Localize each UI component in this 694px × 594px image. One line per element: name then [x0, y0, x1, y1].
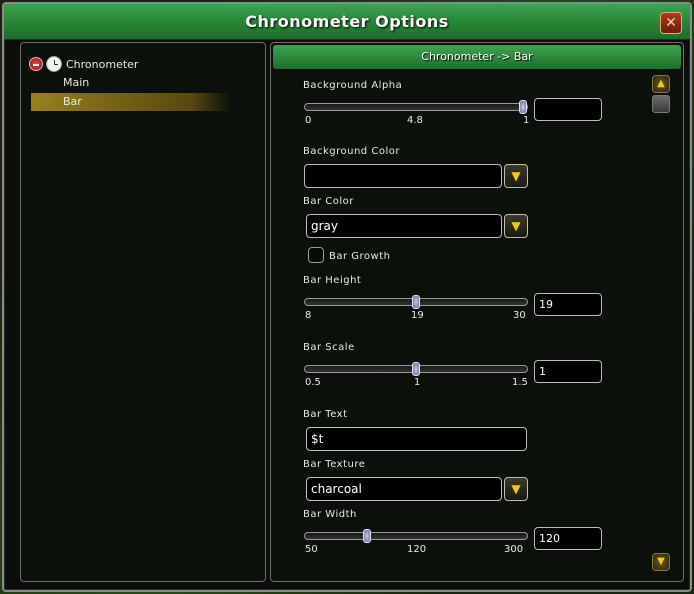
bar-width-input[interactable]: 120	[534, 527, 602, 550]
background-color-label: Background Color	[303, 146, 400, 157]
content-header: Chronometer -> Bar	[273, 45, 681, 69]
slider-thumb[interactable]	[518, 100, 527, 114]
tree-item-label: Main	[63, 76, 90, 89]
close-button[interactable]: ✕	[660, 12, 682, 34]
bar-text-input[interactable]: $t	[306, 427, 527, 451]
bar-texture-dropdown[interactable]: charcoal	[306, 477, 502, 501]
slider-min-label: 50	[305, 544, 318, 555]
background-alpha-label: Background Alpha	[303, 80, 403, 91]
scroll-down-icon: ▼	[657, 556, 665, 567]
scroll-up-button[interactable]: ▲	[652, 75, 670, 93]
bar-scale-label: Bar Scale	[303, 342, 355, 353]
slider-mid-label: 19	[411, 310, 424, 321]
window-title: Chronometer Options	[245, 12, 449, 31]
slider-min-label: 0.5	[305, 377, 321, 388]
bar-height-slider[interactable]	[304, 295, 528, 309]
bar-texture-dropdown-button[interactable]: ▼	[504, 477, 528, 501]
options-content-panel: Chronometer -> Bar ▲ ▼ Background Alpha …	[270, 42, 684, 582]
slider-mid-label: 120	[407, 544, 427, 555]
background-color-dropdown[interactable]	[304, 164, 502, 188]
options-window: Chronometer Options ✕ Chronometer Main B…	[2, 2, 692, 592]
tree-item-label: Chronometer	[66, 57, 139, 71]
tree-item-main[interactable]: Main	[31, 74, 231, 92]
bar-texture-label: Bar Texture	[303, 459, 366, 470]
slider-max-label: 1	[523, 115, 530, 126]
bar-scale-slider[interactable]	[304, 362, 528, 376]
bar-height-input[interactable]: 19	[534, 293, 602, 316]
slider-thumb[interactable]	[412, 295, 420, 309]
slider-max-label: 300	[504, 544, 524, 555]
arrow-down-icon: ▼	[511, 482, 521, 496]
bar-color-label: Bar Color	[303, 196, 354, 207]
tree-item-bar[interactable]: Bar	[31, 93, 231, 111]
clock-icon	[46, 56, 62, 72]
slider-thumb[interactable]	[363, 529, 372, 543]
bar-color-dropdown[interactable]: gray	[306, 214, 502, 238]
bar-color-dropdown-button[interactable]: ▼	[504, 214, 528, 238]
bar-text-label: Bar Text	[303, 409, 348, 420]
arrow-down-icon: ▼	[511, 219, 521, 233]
tree-item-chronometer[interactable]: Chronometer	[29, 55, 138, 73]
background-alpha-input[interactable]	[534, 98, 602, 121]
slider-max-label: 30	[513, 310, 526, 321]
arrow-down-icon: ▼	[511, 169, 521, 183]
background-alpha-slider[interactable]	[304, 100, 528, 114]
slider-max-label: 1.5	[512, 377, 528, 388]
bar-height-label: Bar Height	[303, 275, 362, 286]
bar-growth-label: Bar Growth	[329, 251, 391, 262]
tree-item-label: Bar	[63, 95, 82, 108]
scrollbar-thumb[interactable]	[652, 95, 670, 113]
title-bar[interactable]: Chronometer Options ✕	[4, 4, 690, 40]
close-icon: ✕	[665, 15, 677, 31]
bar-width-slider[interactable]	[304, 529, 528, 543]
options-tree-panel: Chronometer Main Bar	[20, 42, 266, 582]
scroll-up-icon: ▲	[657, 78, 665, 89]
slider-mid-label: 4.8	[407, 115, 423, 126]
collapse-minus-icon[interactable]	[29, 57, 43, 71]
bar-growth-checkbox[interactable]	[308, 247, 324, 263]
background-color-dropdown-button[interactable]: ▼	[504, 164, 528, 188]
slider-mid-label: 1	[414, 377, 421, 388]
slider-min-label: 0	[305, 115, 312, 126]
scroll-down-button[interactable]: ▼	[652, 553, 670, 571]
bar-width-label: Bar Width	[303, 509, 357, 520]
slider-min-label: 8	[305, 310, 312, 321]
slider-thumb[interactable]	[412, 362, 420, 376]
bar-scale-input[interactable]: 1	[534, 360, 602, 383]
